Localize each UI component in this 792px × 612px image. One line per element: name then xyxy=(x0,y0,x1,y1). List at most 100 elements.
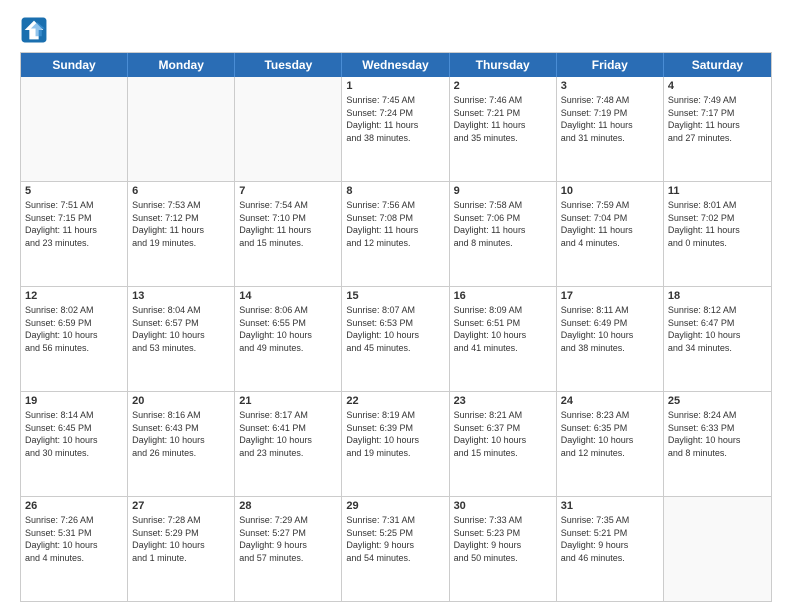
day-header-saturday: Saturday xyxy=(664,53,771,77)
day-cell-14: 14Sunrise: 8:06 AM Sunset: 6:55 PM Dayli… xyxy=(235,287,342,391)
day-cell-29: 29 Sunrise: 7:31 AM Sunset: 5:25 PM Dayli… xyxy=(342,497,449,601)
day-number: 21 xyxy=(239,395,337,407)
day-cell-20: 20 Sunrise: 8:16 AM Sunset: 6:43 PM Dayli… xyxy=(128,392,235,496)
day-number: 3 xyxy=(561,80,659,92)
day-info: Sunrise: 8:09 AM Sunset: 6:51 PM Dayligh… xyxy=(454,304,552,354)
day-number: 1 xyxy=(346,80,444,92)
week-row-3: 12 Sunrise: 8:02 AM Sunset: 6:59 PM Dayli… xyxy=(21,286,771,391)
day-cell-31: 31Sunrise: 7:35 AM Sunset: 5:21 PM Dayli… xyxy=(557,497,664,601)
day-number: 24 xyxy=(561,395,659,407)
day-info: Sunrise: 8:14 AM Sunset: 6:45 PM Dayligh… xyxy=(25,409,123,459)
empty-cell xyxy=(128,77,235,181)
day-cell-7: 7Sunrise: 7:54 AM Sunset: 7:10 PM Daylig… xyxy=(235,182,342,286)
day-info: Sunrise: 7:53 AM Sunset: 7:12 PM Dayligh… xyxy=(132,199,230,249)
day-info: Sunrise: 8:04 AM Sunset: 6:57 PM Dayligh… xyxy=(132,304,230,354)
day-header-wednesday: Wednesday xyxy=(342,53,449,77)
day-info: Sunrise: 7:33 AM Sunset: 5:23 PM Dayligh… xyxy=(454,514,552,564)
day-cell-24: 24 Sunrise: 8:23 AM Sunset: 6:35 PM Dayli… xyxy=(557,392,664,496)
day-header-monday: Monday xyxy=(128,53,235,77)
day-number: 27 xyxy=(132,500,230,512)
day-number: 18 xyxy=(668,290,767,302)
day-number: 11 xyxy=(668,185,767,197)
day-info: Sunrise: 7:28 AM Sunset: 5:29 PM Dayligh… xyxy=(132,514,230,564)
day-number: 28 xyxy=(239,500,337,512)
day-number: 25 xyxy=(668,395,767,407)
calendar-header: SundayMondayTuesdayWednesdayThursdayFrid… xyxy=(21,53,771,77)
day-cell-13: 13 Sunrise: 8:04 AM Sunset: 6:57 PM Dayli… xyxy=(128,287,235,391)
day-cell-15: 15 Sunrise: 8:07 AM Sunset: 6:53 PM Dayli… xyxy=(342,287,449,391)
day-number: 5 xyxy=(25,185,123,197)
day-cell-12: 12 Sunrise: 8:02 AM Sunset: 6:59 PM Dayli… xyxy=(21,287,128,391)
day-info: Sunrise: 7:56 AM Sunset: 7:08 PM Dayligh… xyxy=(346,199,444,249)
day-cell-30: 30Sunrise: 7:33 AM Sunset: 5:23 PM Dayli… xyxy=(450,497,557,601)
day-number: 2 xyxy=(454,80,552,92)
day-number: 15 xyxy=(346,290,444,302)
day-number: 17 xyxy=(561,290,659,302)
day-number: 8 xyxy=(346,185,444,197)
day-info: Sunrise: 8:02 AM Sunset: 6:59 PM Dayligh… xyxy=(25,304,123,354)
day-number: 31 xyxy=(561,500,659,512)
day-info: Sunrise: 8:23 AM Sunset: 6:35 PM Dayligh… xyxy=(561,409,659,459)
day-info: Sunrise: 7:31 AM Sunset: 5:25 PM Dayligh… xyxy=(346,514,444,564)
header xyxy=(20,16,772,44)
day-cell-23: 23 Sunrise: 8:21 AM Sunset: 6:37 PM Dayli… xyxy=(450,392,557,496)
week-row-5: 26 Sunrise: 7:26 AM Sunset: 5:31 PM Dayli… xyxy=(21,496,771,601)
day-cell-9: 9 Sunrise: 7:58 AM Sunset: 7:06 PM Daylig… xyxy=(450,182,557,286)
day-info: Sunrise: 8:12 AM Sunset: 6:47 PM Dayligh… xyxy=(668,304,767,354)
day-number: 26 xyxy=(25,500,123,512)
day-number: 9 xyxy=(454,185,552,197)
day-cell-18: 18 Sunrise: 8:12 AM Sunset: 6:47 PM Dayli… xyxy=(664,287,771,391)
empty-cell xyxy=(235,77,342,181)
day-number: 23 xyxy=(454,395,552,407)
empty-cell xyxy=(664,497,771,601)
day-info: Sunrise: 7:26 AM Sunset: 5:31 PM Dayligh… xyxy=(25,514,123,564)
day-number: 6 xyxy=(132,185,230,197)
day-info: Sunrise: 8:07 AM Sunset: 6:53 PM Dayligh… xyxy=(346,304,444,354)
day-info: Sunrise: 8:24 AM Sunset: 6:33 PM Dayligh… xyxy=(668,409,767,459)
page: SundayMondayTuesdayWednesdayThursdayFrid… xyxy=(0,0,792,612)
day-info: Sunrise: 8:21 AM Sunset: 6:37 PM Dayligh… xyxy=(454,409,552,459)
day-info: Sunrise: 7:45 AM Sunset: 7:24 PM Dayligh… xyxy=(346,94,444,144)
day-cell-16: 16 Sunrise: 8:09 AM Sunset: 6:51 PM Dayli… xyxy=(450,287,557,391)
day-cell-22: 22 Sunrise: 8:19 AM Sunset: 6:39 PM Dayli… xyxy=(342,392,449,496)
day-cell-5: 5 Sunrise: 7:51 AM Sunset: 7:15 PM Daylig… xyxy=(21,182,128,286)
logo xyxy=(20,16,50,44)
day-number: 20 xyxy=(132,395,230,407)
day-cell-8: 8 Sunrise: 7:56 AM Sunset: 7:08 PM Daylig… xyxy=(342,182,449,286)
day-number: 7 xyxy=(239,185,337,197)
day-info: Sunrise: 8:16 AM Sunset: 6:43 PM Dayligh… xyxy=(132,409,230,459)
day-info: Sunrise: 7:58 AM Sunset: 7:06 PM Dayligh… xyxy=(454,199,552,249)
day-number: 29 xyxy=(346,500,444,512)
day-cell-27: 27 Sunrise: 7:28 AM Sunset: 5:29 PM Dayli… xyxy=(128,497,235,601)
day-info: Sunrise: 7:46 AM Sunset: 7:21 PM Dayligh… xyxy=(454,94,552,144)
day-number: 10 xyxy=(561,185,659,197)
day-number: 4 xyxy=(668,80,767,92)
day-header-friday: Friday xyxy=(557,53,664,77)
day-info: Sunrise: 7:49 AM Sunset: 7:17 PM Dayligh… xyxy=(668,94,767,144)
day-header-thursday: Thursday xyxy=(450,53,557,77)
day-cell-2: 2 Sunrise: 7:46 AM Sunset: 7:21 PM Daylig… xyxy=(450,77,557,181)
week-row-2: 5 Sunrise: 7:51 AM Sunset: 7:15 PM Daylig… xyxy=(21,181,771,286)
day-number: 22 xyxy=(346,395,444,407)
day-cell-11: 11 Sunrise: 8:01 AM Sunset: 7:02 PM Dayli… xyxy=(664,182,771,286)
day-cell-28: 28Sunrise: 7:29 AM Sunset: 5:27 PM Dayli… xyxy=(235,497,342,601)
week-row-4: 19 Sunrise: 8:14 AM Sunset: 6:45 PM Dayli… xyxy=(21,391,771,496)
day-info: Sunrise: 7:48 AM Sunset: 7:19 PM Dayligh… xyxy=(561,94,659,144)
day-header-sunday: Sunday xyxy=(21,53,128,77)
day-info: Sunrise: 8:01 AM Sunset: 7:02 PM Dayligh… xyxy=(668,199,767,249)
day-number: 12 xyxy=(25,290,123,302)
day-info: Sunrise: 8:19 AM Sunset: 6:39 PM Dayligh… xyxy=(346,409,444,459)
calendar: SundayMondayTuesdayWednesdayThursdayFrid… xyxy=(20,52,772,602)
day-cell-21: 21 Sunrise: 8:17 AM Sunset: 6:41 PM Dayli… xyxy=(235,392,342,496)
day-number: 13 xyxy=(132,290,230,302)
day-info: Sunrise: 7:51 AM Sunset: 7:15 PM Dayligh… xyxy=(25,199,123,249)
day-info: Sunrise: 8:17 AM Sunset: 6:41 PM Dayligh… xyxy=(239,409,337,459)
day-number: 19 xyxy=(25,395,123,407)
calendar-body: 1 Sunrise: 7:45 AM Sunset: 7:24 PM Daylig… xyxy=(21,77,771,601)
day-header-tuesday: Tuesday xyxy=(235,53,342,77)
day-number: 16 xyxy=(454,290,552,302)
empty-cell xyxy=(21,77,128,181)
day-cell-1: 1 Sunrise: 7:45 AM Sunset: 7:24 PM Daylig… xyxy=(342,77,449,181)
day-number: 14 xyxy=(239,290,337,302)
day-cell-3: 3 Sunrise: 7:48 AM Sunset: 7:19 PM Daylig… xyxy=(557,77,664,181)
